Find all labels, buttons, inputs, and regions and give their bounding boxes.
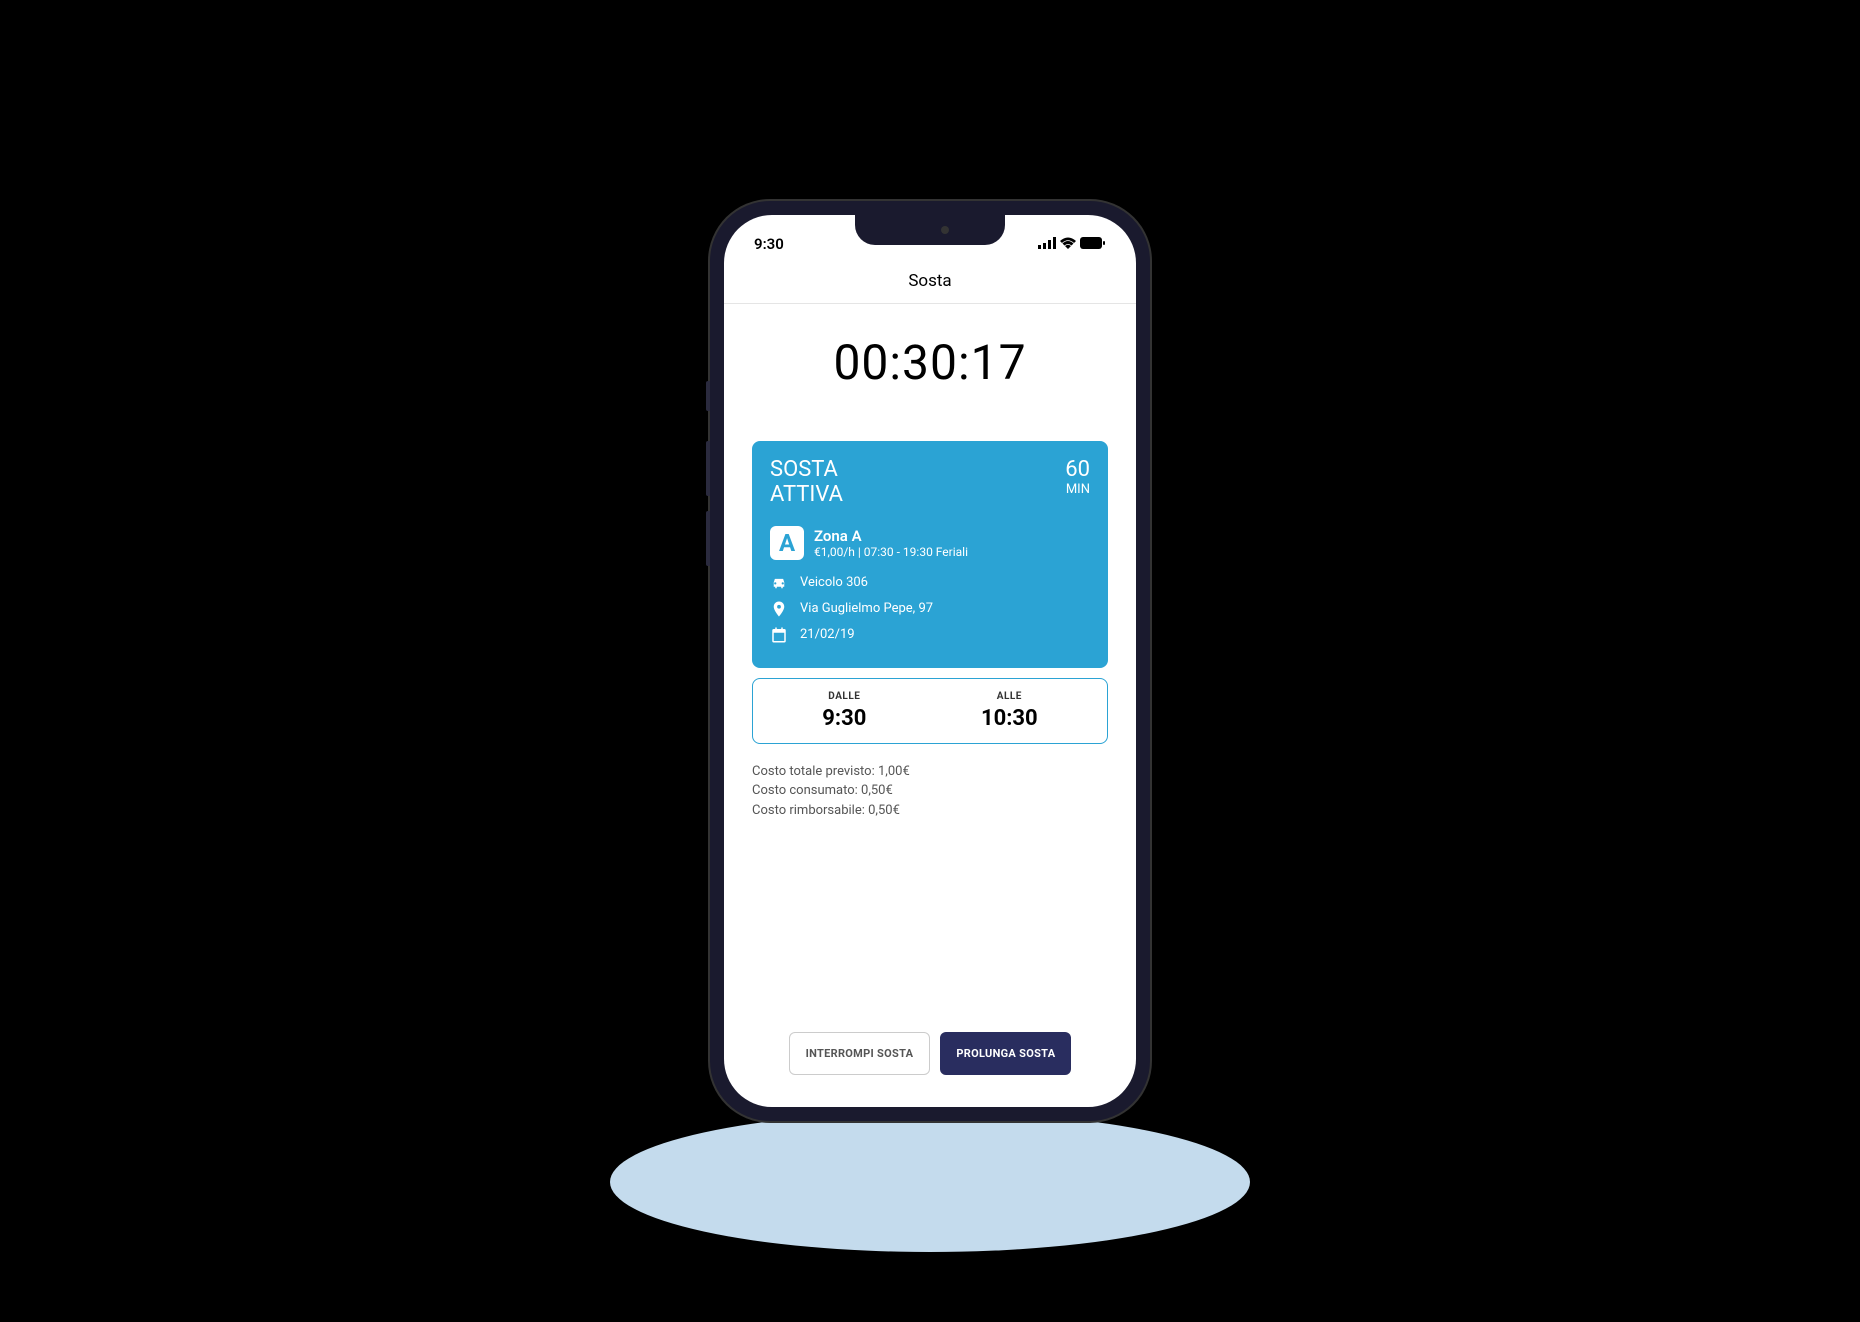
countdown-timer: 00:30:17: [752, 334, 1108, 391]
action-buttons: INTERROMPI SOSTA PROLUNGA SOSTA: [724, 1032, 1136, 1075]
status-indicators: [1038, 235, 1106, 253]
time-from-label: DALLE: [822, 691, 866, 702]
page-title: Sosta: [908, 271, 951, 291]
battery-icon: [1080, 235, 1106, 253]
zone-detail: €1,00/h | 07:30 - 19:30 Feriali: [814, 545, 1090, 559]
phone-screen: 9:30 Sosta 00:30:17 SOSTA: [724, 215, 1136, 1107]
time-to: ALLE 10:30: [981, 691, 1038, 731]
zone-row: A Zona A €1,00/h | 07:30 - 19:30 Feriali: [770, 526, 1090, 560]
zone-name: Zona A: [814, 527, 1090, 545]
location-row: Via Guglielmo Pepe, 97: [770, 600, 1090, 618]
phone-notch: [855, 215, 1005, 245]
cost-refundable: Costo rimborsabile: 0,50€: [752, 801, 1108, 821]
stop-parking-button[interactable]: INTERROMPI SOSTA: [789, 1032, 931, 1075]
car-icon: [770, 574, 788, 592]
date-text: 21/02/19: [800, 627, 855, 642]
time-from: DALLE 9:30: [822, 691, 866, 731]
calendar-icon: [770, 626, 788, 644]
status-time: 9:30: [754, 235, 784, 253]
time-from-value: 9:30: [822, 706, 866, 731]
signal-icon: [1038, 235, 1056, 253]
parking-duration: 60 MIN: [1065, 457, 1090, 508]
location-text: Via Guglielmo Pepe, 97: [800, 601, 933, 616]
parking-status: SOSTA ATTIVA: [770, 457, 843, 508]
cost-consumed: Costo consumato: 0,50€: [752, 781, 1108, 801]
phone-side-buttons: [706, 381, 710, 581]
phone-frame: 9:30 Sosta 00:30:17 SOSTA: [710, 201, 1150, 1121]
main-content: 00:30:17 SOSTA ATTIVA 60 MIN A Zona A: [724, 304, 1136, 840]
cost-total: Costo totale previsto: 1,00€: [752, 762, 1108, 782]
wifi-icon: [1060, 235, 1076, 253]
vehicle-text: Veicolo 306: [800, 575, 868, 590]
time-range-box: DALLE 9:30 ALLE 10:30: [752, 678, 1108, 744]
extend-parking-button[interactable]: PROLUNGA SOSTA: [940, 1032, 1071, 1075]
vehicle-row: Veicolo 306: [770, 574, 1090, 592]
cost-summary: Costo totale previsto: 1,00€ Costo consu…: [752, 762, 1108, 821]
time-to-value: 10:30: [981, 706, 1038, 731]
location-icon: [770, 600, 788, 618]
parking-info-card: SOSTA ATTIVA 60 MIN A Zona A €1,00/h | 0…: [752, 441, 1108, 668]
phone-shadow: [610, 1112, 1250, 1252]
time-to-label: ALLE: [981, 691, 1038, 702]
page-header: Sosta: [724, 259, 1136, 304]
date-row: 21/02/19: [770, 626, 1090, 644]
zone-badge: A: [770, 526, 804, 560]
